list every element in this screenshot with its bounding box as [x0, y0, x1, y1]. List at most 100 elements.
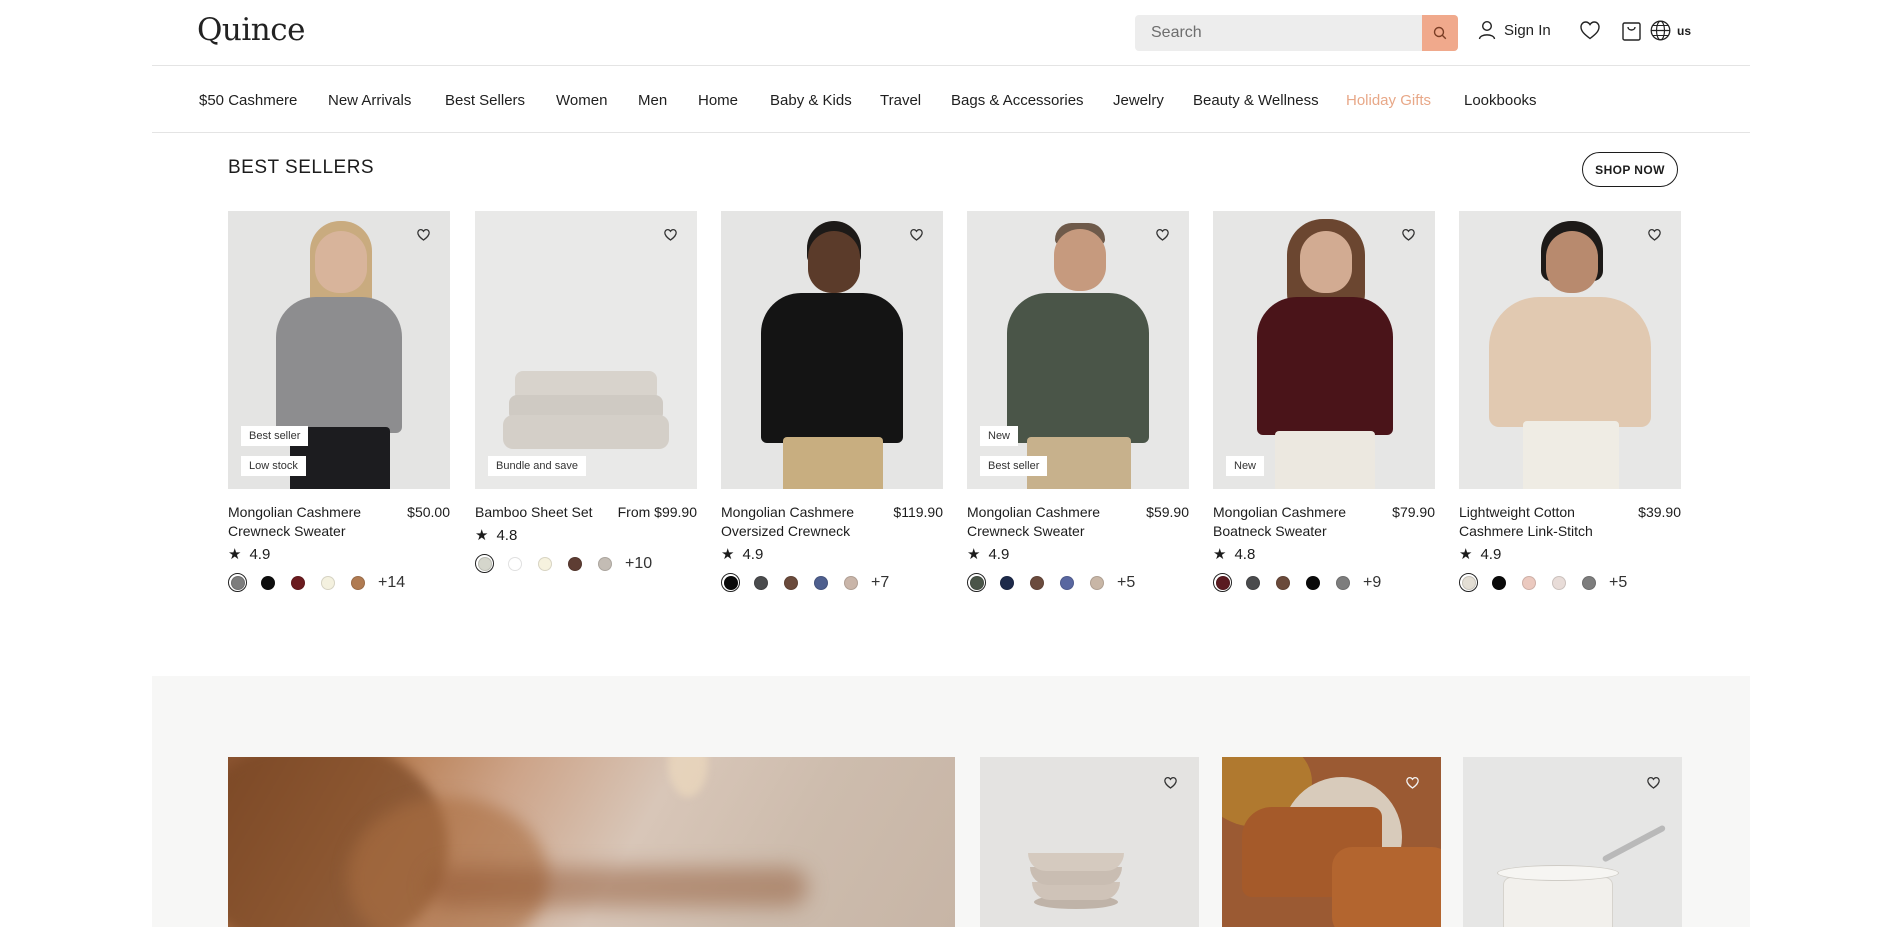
product-name[interactable]: Mongolian Cashmere Boatneck Sweater	[1213, 503, 1353, 541]
rating-value: 4.9	[742, 545, 764, 563]
favorite-heart-icon[interactable]	[910, 229, 923, 241]
product-image[interactable]: Best seller Low stock	[228, 211, 450, 489]
color-swatch[interactable]	[1273, 573, 1292, 592]
product-card[interactable]: Best seller Low stock Mongolian Cashmere…	[228, 211, 450, 592]
search-bar	[1135, 15, 1458, 51]
product-card[interactable]: Lightweight Cotton Cashmere Link-Stitch …	[1459, 211, 1681, 592]
favorite-heart-icon[interactable]	[417, 229, 430, 241]
product-rating: ★ 4.8	[475, 526, 697, 545]
color-swatch[interactable]	[1333, 573, 1352, 592]
quince-logo[interactable]: Quince	[197, 12, 305, 48]
badge-list: New Best seller	[980, 426, 1048, 476]
color-swatch[interactable]	[967, 573, 986, 592]
nav-women[interactable]: Women	[556, 92, 607, 109]
product-tile-bowls[interactable]	[980, 757, 1199, 927]
nav-home[interactable]: Home	[698, 92, 738, 109]
color-swatch[interactable]	[288, 573, 307, 592]
favorite-heart-icon[interactable]	[1647, 777, 1660, 789]
color-swatch[interactable]	[475, 554, 494, 573]
product-name[interactable]: Mongolian Cashmere Crewneck Sweater	[967, 503, 1107, 541]
product-tile-saucepan[interactable]	[1463, 757, 1682, 927]
nav-baby-kids[interactable]: Baby & Kids	[770, 92, 852, 109]
color-swatch[interactable]	[1549, 573, 1568, 592]
color-swatch[interactable]	[811, 573, 830, 592]
product-image[interactable]: New Best seller	[967, 211, 1189, 489]
region-selector[interactable]: us	[1650, 20, 1691, 41]
nav-travel[interactable]: Travel	[880, 92, 921, 109]
color-swatch[interactable]	[997, 573, 1016, 592]
color-swatch[interactable]	[318, 573, 337, 592]
search-input[interactable]	[1135, 15, 1422, 51]
favorite-heart-icon[interactable]	[1402, 229, 1415, 241]
product-name[interactable]: Mongolian Cashmere Crewneck Sweater	[228, 503, 368, 541]
color-swatch[interactable]	[565, 554, 584, 573]
more-colors-count[interactable]: +7	[871, 574, 889, 592]
product-rating: ★ 4.9	[721, 545, 943, 564]
product-image[interactable]: New	[1213, 211, 1435, 489]
color-swatch[interactable]	[228, 573, 247, 592]
region-label: us	[1677, 23, 1692, 38]
color-swatch[interactable]	[1489, 573, 1508, 592]
color-swatch[interactable]	[1579, 573, 1598, 592]
favorite-heart-icon[interactable]	[1164, 777, 1177, 789]
product-name[interactable]: Mongolian Cashmere Oversized Crewneck Sw…	[721, 503, 861, 541]
product-image[interactable]: Bundle and save	[475, 211, 697, 489]
product-rating: ★ 4.8	[1213, 545, 1435, 564]
shop-now-button[interactable]: SHOP NOW	[1582, 152, 1678, 187]
product-rating: ★ 4.9	[967, 545, 1189, 564]
color-swatches: +9	[1213, 573, 1435, 592]
product-card[interactable]: Mongolian Cashmere Oversized Crewneck Sw…	[721, 211, 943, 592]
more-colors-count[interactable]: +14	[378, 574, 405, 592]
nav-bags-accessories[interactable]: Bags & Accessories	[951, 92, 1084, 109]
nav-50-cashmere[interactable]: $50 Cashmere	[199, 92, 297, 109]
sign-in-link[interactable]: Sign In	[1478, 20, 1551, 40]
color-swatch[interactable]	[781, 573, 800, 592]
product-name[interactable]: Bamboo Sheet Set	[475, 503, 615, 522]
favorite-heart-icon[interactable]	[664, 229, 677, 241]
nav-holiday-gifts[interactable]: Holiday Gifts	[1346, 92, 1431, 109]
nav-lookbooks[interactable]: Lookbooks	[1464, 92, 1537, 109]
color-swatch[interactable]	[1519, 573, 1538, 592]
nav-new-arrivals[interactable]: New Arrivals	[328, 92, 411, 109]
color-swatch[interactable]	[1057, 573, 1076, 592]
nav-jewelry[interactable]: Jewelry	[1113, 92, 1164, 109]
color-swatch[interactable]	[535, 554, 554, 573]
color-swatch[interactable]	[1243, 573, 1262, 592]
color-swatch[interactable]	[841, 573, 860, 592]
nav-best-sellers[interactable]: Best Sellers	[445, 92, 525, 109]
color-swatch[interactable]	[258, 573, 277, 592]
color-swatch[interactable]	[595, 554, 614, 573]
badge-best-seller: Best seller	[241, 426, 309, 446]
product-card[interactable]: New Mongolian Cashmere Boatneck Sweater …	[1213, 211, 1435, 592]
product-tile-napkins[interactable]	[1222, 757, 1441, 927]
nav-men[interactable]: Men	[638, 92, 667, 109]
product-name[interactable]: Lightweight Cotton Cashmere Link-Stitch …	[1459, 503, 1599, 541]
color-swatch[interactable]	[505, 554, 524, 573]
search-button[interactable]	[1422, 15, 1458, 51]
color-swatch[interactable]	[721, 573, 740, 592]
hero-image[interactable]	[228, 757, 955, 927]
nav-beauty-wellness[interactable]: Beauty & Wellness	[1193, 92, 1319, 109]
color-swatch[interactable]	[1303, 573, 1322, 592]
favorite-heart-icon[interactable]	[1648, 229, 1661, 241]
favorite-heart-icon[interactable]	[1156, 229, 1169, 241]
more-colors-count[interactable]: +5	[1609, 574, 1627, 592]
product-image[interactable]	[1459, 211, 1681, 489]
favorite-heart-icon[interactable]	[1406, 777, 1419, 789]
more-colors-count[interactable]: +5	[1117, 574, 1135, 592]
product-card[interactable]: Bundle and save Bamboo Sheet Set From $9…	[475, 211, 697, 573]
color-swatch[interactable]	[751, 573, 770, 592]
color-swatch[interactable]	[1087, 573, 1106, 592]
more-colors-count[interactable]: +10	[625, 555, 652, 573]
cart-bag-icon[interactable]	[1622, 22, 1641, 41]
product-card[interactable]: New Best seller Mongolian Cashmere Crewn…	[967, 211, 1189, 592]
product-price: From $99.90	[617, 504, 697, 520]
user-icon	[1478, 20, 1496, 40]
more-colors-count[interactable]: +9	[1363, 574, 1381, 592]
wishlist-heart-icon[interactable]	[1580, 21, 1600, 40]
color-swatch[interactable]	[1027, 573, 1046, 592]
product-image[interactable]	[721, 211, 943, 489]
color-swatch[interactable]	[1459, 573, 1478, 592]
color-swatch[interactable]	[348, 573, 367, 592]
color-swatch[interactable]	[1213, 573, 1232, 592]
